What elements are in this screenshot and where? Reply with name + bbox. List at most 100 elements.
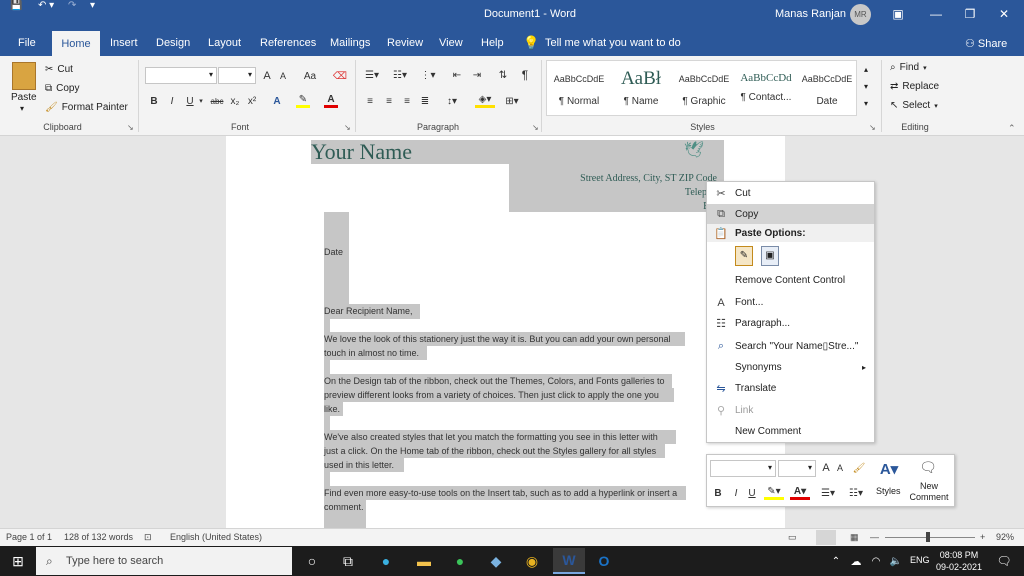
share-button[interactable]: ⚇ Share [965, 37, 1007, 50]
mini-grow-font-icon[interactable]: A [820, 461, 832, 475]
mini-highlight-icon[interactable]: ✎▾ [764, 486, 784, 500]
superscript-button[interactable]: x² [245, 94, 259, 108]
cortana-icon[interactable]: ○ [298, 550, 326, 572]
mini-bold-button[interactable]: B [712, 486, 724, 500]
notepad-icon[interactable]: ◆ [482, 550, 510, 572]
menu-item-translate[interactable]: ⇋ Translate [707, 378, 874, 399]
paragraph-1-line-1[interactable]: We love the look of this stationery just… [324, 332, 671, 347]
paragraph-3-line-1[interactable]: We've also created styles that let you m… [324, 430, 658, 445]
tell-me-search[interactable]: Tell me what you want to do [545, 37, 681, 49]
line-spacing-icon[interactable]: ↕▾ [442, 94, 462, 108]
input-language[interactable]: ENG [910, 555, 930, 565]
paragraph-4-line-1[interactable]: Find even more easy-to-use tools on the … [324, 486, 677, 501]
cut-button[interactable]: ✂ Cut [45, 64, 73, 75]
tab-file[interactable]: File [18, 37, 36, 49]
align-left-icon[interactable]: ≡ [363, 94, 377, 108]
zoom-in-icon[interactable]: + [980, 532, 985, 542]
menu-item-font[interactable]: A Font... [707, 292, 874, 313]
mini-styles-label[interactable]: Styles [876, 486, 901, 496]
print-layout-icon[interactable] [816, 530, 836, 545]
paragraph-3-line-3[interactable]: used in this letter. [324, 458, 394, 473]
paragraph-2-line-2[interactable]: preview different looks from a variety o… [324, 388, 659, 403]
tab-design[interactable]: Design [156, 37, 190, 49]
shrink-font-icon[interactable]: A [276, 68, 290, 84]
windows-start-icon[interactable]: ⊞ [4, 550, 32, 572]
text-effects-icon[interactable]: A [270, 94, 284, 108]
sort-icon[interactable]: ⇅ [496, 68, 510, 82]
clock[interactable]: 08:08 PM 09-02-2021 [934, 549, 984, 573]
mini-shrink-font-icon[interactable]: A [834, 461, 846, 475]
mini-new-comment-label[interactable]: New Comment [909, 481, 949, 503]
outlook-icon[interactable]: O [590, 550, 618, 572]
change-case-button[interactable]: Aa [299, 68, 321, 84]
undo-icon[interactable]: ↶ ▾ [38, 0, 64, 11]
strikethrough-button[interactable]: abc [208, 94, 226, 108]
read-mode-icon[interactable]: ▭ [788, 532, 797, 543]
clear-formatting-icon[interactable]: ⌫ [332, 68, 348, 84]
menu-item-remove-content-control[interactable]: Remove Content Control [707, 270, 874, 291]
menu-item-search[interactable]: ⌕ Search "Your Name▯Stre..." [707, 336, 874, 357]
zoom-slider[interactable] [885, 537, 975, 538]
style-contact-info[interactable]: AaBbCcDd ¶ Contact... [735, 68, 797, 112]
tab-mailings[interactable]: Mailings [330, 37, 370, 49]
show-formatting-icon[interactable]: ¶ [518, 68, 532, 82]
chevron-down-icon[interactable]: ▾ [197, 94, 205, 108]
date-line[interactable]: Date [324, 245, 343, 260]
font-size-combo[interactable]: ▾ [218, 67, 256, 84]
restore-icon[interactable]: ❐ [956, 4, 984, 24]
menu-item-cut[interactable]: ✂ Cut [707, 183, 874, 204]
save-icon[interactable]: 💾 [10, 0, 30, 11]
decrease-indent-icon[interactable]: ⇤ [450, 68, 464, 82]
avatar[interactable]: MR [850, 4, 871, 25]
mini-underline-button[interactable]: U [746, 486, 758, 500]
tab-home[interactable]: Home [52, 31, 100, 56]
font-name-combo[interactable]: ▾ [145, 67, 217, 84]
menu-item-synonyms[interactable]: Synonyms ▸ [707, 357, 874, 378]
paragraph-2-line-1[interactable]: On the Design tab of the ribbon, check o… [324, 374, 665, 389]
underline-button[interactable]: U [184, 94, 196, 108]
align-right-icon[interactable]: ≡ [400, 94, 414, 108]
increase-indent-icon[interactable]: ⇥ [470, 68, 484, 82]
replace-button[interactable]: ⇄ Replace [890, 81, 939, 92]
styles-gallery-scroll[interactable]: ▴ ▾ ▾ [861, 61, 871, 115]
find-button[interactable]: ⌕ Find ▾ [890, 62, 927, 73]
paste-keep-formatting-icon[interactable]: ✎ [735, 246, 753, 266]
mini-italic-button[interactable]: I [730, 486, 742, 500]
mini-numbering-icon[interactable]: ☷▾ [846, 486, 866, 500]
zoom-out-icon[interactable]: — [870, 532, 879, 542]
customize-qat-icon[interactable]: ▾ [90, 0, 104, 11]
paragraph-2-line-3[interactable]: like. [324, 402, 340, 417]
menu-item-paragraph[interactable]: ☷ Paragraph... [707, 313, 874, 334]
volume-icon[interactable]: 🔈 [882, 550, 910, 572]
copy-button[interactable]: ⧉ Copy [45, 83, 80, 94]
ribbon-display-options-icon[interactable]: ▣ [884, 4, 912, 24]
tab-help[interactable]: Help [481, 37, 504, 49]
salutation[interactable]: Dear Recipient Name, [324, 304, 413, 319]
tab-review[interactable]: Review [387, 37, 423, 49]
word-count[interactable]: 128 of 132 words [64, 532, 133, 542]
file-explorer-icon[interactable]: ▬ [410, 550, 438, 572]
taskbar-search[interactable]: ⌕ Type here to search [36, 547, 292, 575]
minimize-icon[interactable]: — [922, 4, 950, 24]
italic-button[interactable]: I [166, 94, 178, 108]
font-launcher-icon[interactable]: ↘ [344, 123, 351, 132]
paragraph-3-line-2[interactable]: just a click. On the Home tab of the rib… [324, 444, 656, 459]
mini-font-size-combo[interactable]: ▾ [778, 460, 816, 477]
highlight-color-icon[interactable]: ✎ [296, 94, 310, 108]
format-painter-button[interactable]: 🖌 Format Painter [45, 102, 128, 113]
style-name-style[interactable]: AaBł ¶ Name [610, 68, 672, 112]
mini-font-color-icon[interactable]: A▾ [790, 486, 810, 500]
borders-icon[interactable]: ⊞▾ [502, 94, 522, 108]
task-view-icon[interactable]: ⧉ [334, 550, 362, 572]
language-status[interactable]: English (United States) [170, 532, 262, 542]
styles-launcher-icon[interactable]: ↘ [869, 123, 876, 132]
menu-item-new-comment[interactable]: New Comment [707, 421, 874, 442]
paragraph-4-line-2[interactable]: comment. [324, 500, 364, 515]
paragraph-1-line-2[interactable]: touch in almost no time. [324, 346, 419, 361]
tab-view[interactable]: View [439, 37, 463, 49]
menu-item-copy[interactable]: ⧉ Copy [707, 204, 874, 225]
redo-icon[interactable]: ↷ [68, 0, 86, 11]
style-graphic[interactable]: AaBbCcDdE ¶ Graphic [673, 68, 735, 112]
paste-picture-icon[interactable]: ▣ [761, 246, 779, 266]
style-date[interactable]: AaBbCcDdE Date [796, 68, 858, 112]
